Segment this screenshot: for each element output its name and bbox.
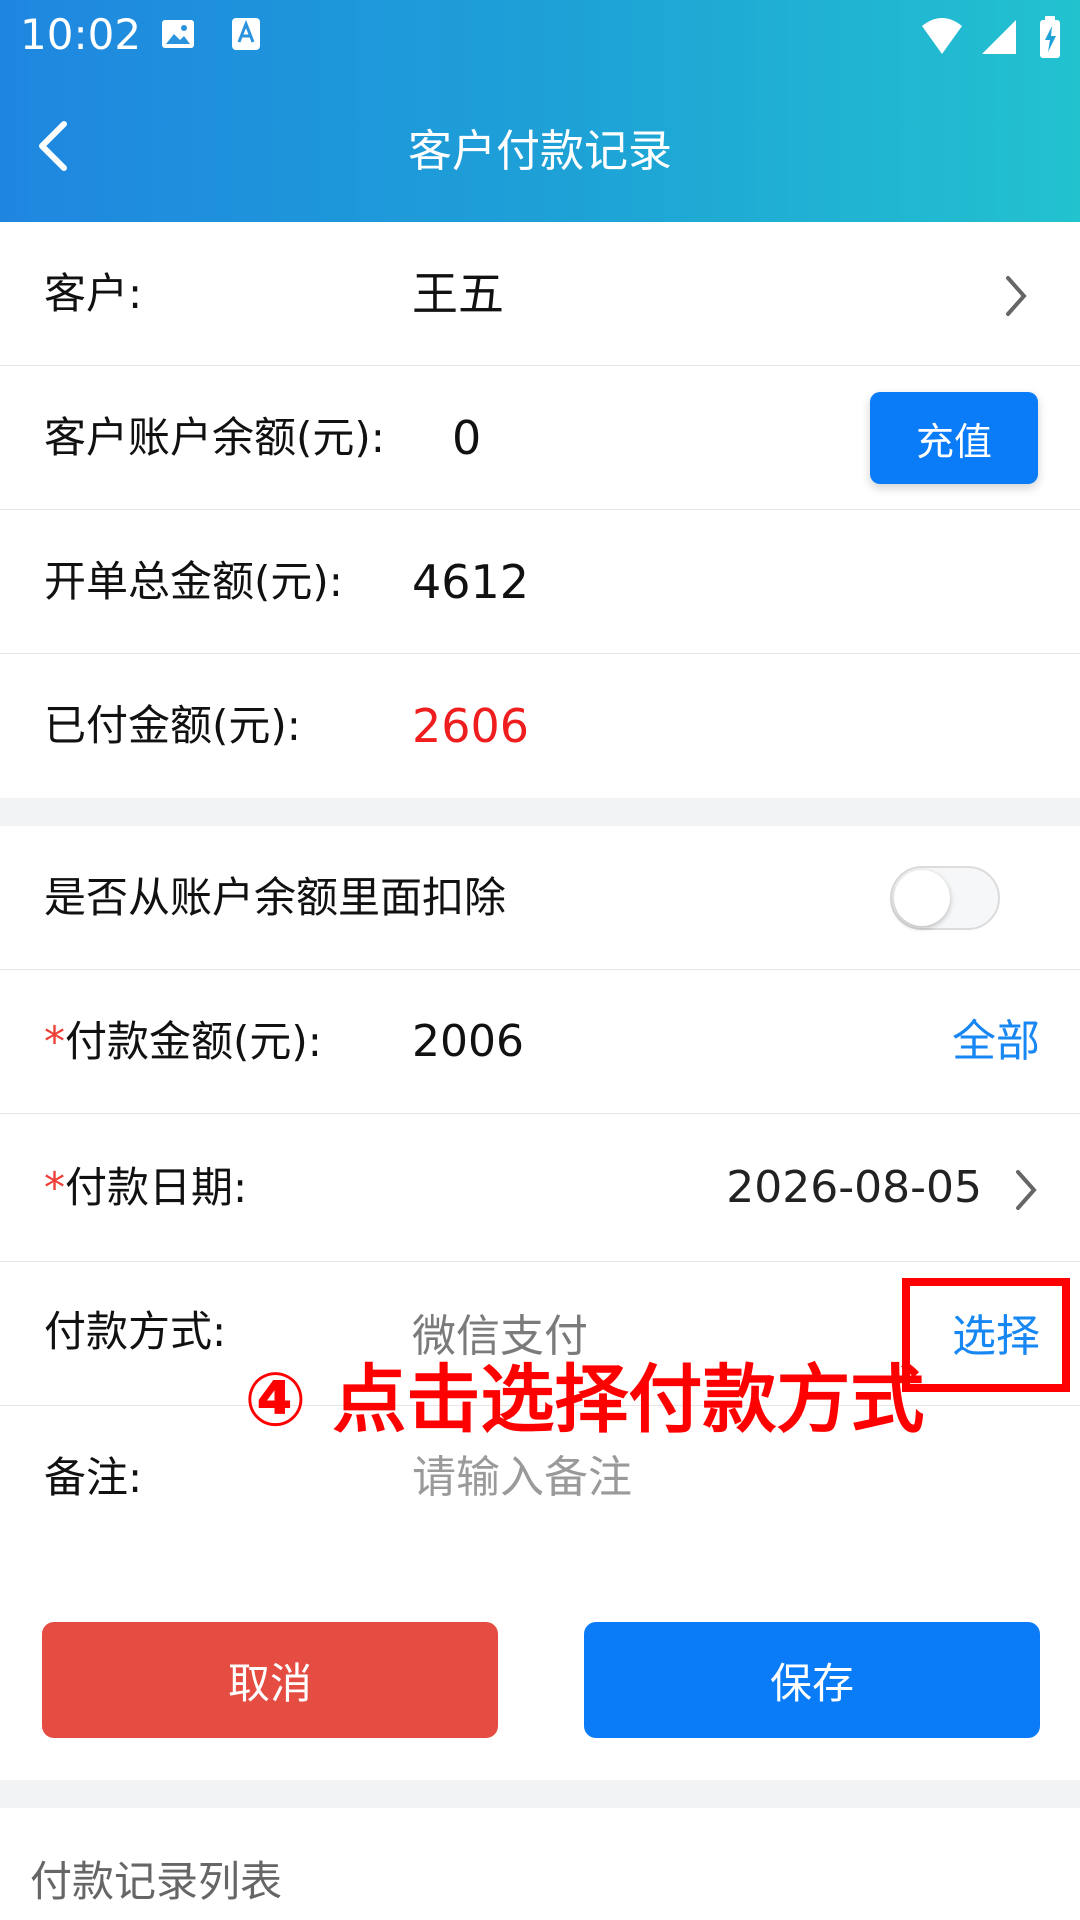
total-amount-label: 开单总金额(元):	[44, 557, 343, 606]
top-bar: 10:02 客户付款记录	[0, 0, 1080, 222]
battery-icon	[1040, 16, 1060, 58]
payment-amount-input[interactable]: 2006	[412, 970, 524, 1114]
required-mark: *	[44, 1163, 65, 1212]
chevron-right-icon	[1016, 1170, 1037, 1210]
note-label: 备注:	[44, 1453, 143, 1502]
annotation-highlight-box	[902, 1278, 1070, 1392]
balance-row: 客户账户余额(元): 0 充值	[0, 366, 1080, 510]
chevron-right-icon	[1006, 276, 1027, 316]
payment-record-screen: 10:02 客户付款记录 客户: 王五 客户账户余额(元): 0 充值 开单总金…	[0, 0, 1080, 1920]
balance-value: 0	[452, 411, 482, 465]
recharge-button[interactable]: 充值	[870, 392, 1038, 484]
balance-label: 客户账户余额(元):	[44, 413, 385, 462]
toggle-knob	[894, 870, 950, 926]
total-amount-row: 开单总金额(元): 4612	[0, 510, 1080, 654]
deduct-balance-row: 是否从账户余额里面扣除	[0, 826, 1080, 970]
payment-amount-label: *付款金额(元):	[44, 970, 322, 1114]
payment-method-label: 付款方式:	[44, 1307, 227, 1356]
payment-date-value: 2026-08-05	[726, 1162, 982, 1213]
wifi-icon	[922, 18, 962, 54]
save-button[interactable]: 保存	[584, 1622, 1040, 1738]
status-time: 10:02	[20, 10, 142, 59]
page-title: 客户付款记录	[408, 126, 672, 177]
pay-all-button[interactable]: 全部	[952, 970, 1040, 1114]
payment-date-label: *付款日期:	[44, 1114, 247, 1262]
deduct-balance-label: 是否从账户余额里面扣除	[44, 873, 507, 922]
customer-label: 客户:	[44, 269, 143, 318]
paid-amount-label: 已付金额(元):	[44, 701, 301, 750]
deduct-balance-toggle[interactable]	[890, 866, 1000, 930]
payment-date-label-text: 付款日期:	[65, 1163, 248, 1212]
signal-icon	[982, 20, 1016, 54]
note-row: 备注: 请输入备注 取消 保存	[0, 1406, 1080, 1780]
paid-amount-value: 2606	[412, 699, 530, 753]
payment-date-row[interactable]: *付款日期: 2026-08-05	[0, 1114, 1080, 1262]
required-mark: *	[44, 1017, 65, 1066]
cancel-button[interactable]: 取消	[42, 1622, 498, 1738]
customer-value: 王五	[412, 267, 504, 321]
annotation-text: ④ 点击选择付款方式	[244, 1357, 925, 1443]
total-amount-value: 4612	[412, 555, 530, 609]
payment-amount-row: *付款金额(元): 2006 全部	[0, 970, 1080, 1114]
payment-list-section: 付款记录列表	[0, 1808, 1080, 1920]
payment-amount-label-text: 付款金额(元):	[65, 1017, 322, 1066]
keyboard-a-icon	[232, 18, 260, 50]
payment-list-title: 付款记录列表	[30, 1857, 283, 1906]
paid-amount-row: 已付金额(元): 2606	[0, 654, 1080, 798]
customer-row[interactable]: 客户: 王五	[0, 222, 1080, 366]
gallery-icon	[162, 20, 194, 48]
